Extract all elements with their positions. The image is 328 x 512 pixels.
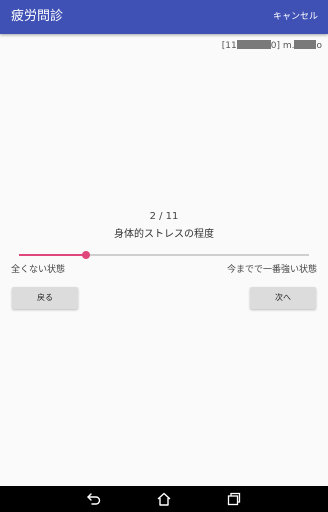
redacted-user-id — [236, 40, 271, 49]
redacted-user-name — [294, 40, 317, 49]
next-button[interactable]: 次へ — [250, 287, 316, 309]
app-title: 疲労問診 — [11, 9, 64, 24]
slider-min-label: 全くない状態 — [11, 265, 66, 275]
slider-max-label: 今までで一番強い状態 — [226, 265, 317, 275]
home-icon[interactable] — [156, 491, 172, 507]
user-name-prefix: m. — [282, 41, 295, 51]
system-nav-bar — [0, 486, 328, 512]
user-name-suffix: o — [316, 41, 322, 51]
back-arrow-icon[interactable] — [86, 491, 102, 507]
recent-apps-icon[interactable] — [226, 491, 242, 507]
slider-fill — [19, 254, 86, 256]
back-button[interactable]: 戻る — [12, 287, 78, 309]
user-id-prefix: [11 — [221, 41, 237, 51]
question-progress: 2 / 11 — [149, 211, 179, 222]
cancel-button[interactable]: キャンセル — [273, 10, 318, 24]
app-bar: 疲労問診 キャンセル — [0, 0, 328, 34]
slider-thumb[interactable] — [82, 251, 90, 259]
question-text: 身体的ストレスの程度 — [114, 229, 214, 240]
stress-slider[interactable] — [19, 250, 309, 260]
user-info: [11 0] m. o — [222, 40, 322, 52]
user-id-suffix: 0] — [270, 41, 280, 51]
